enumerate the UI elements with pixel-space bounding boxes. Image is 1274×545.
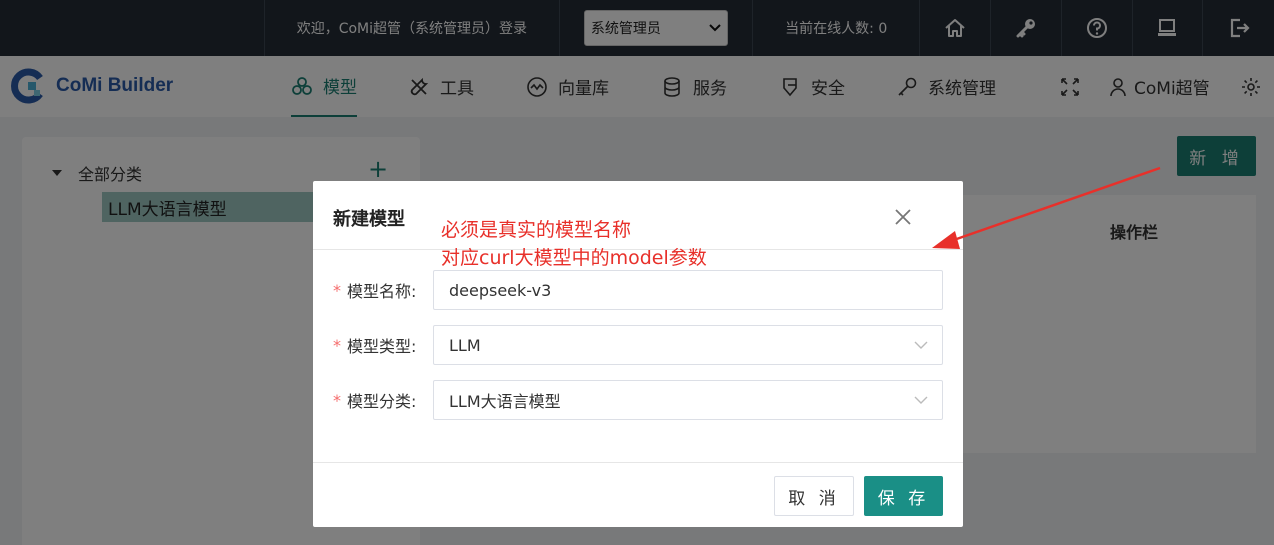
- annotation-arrow: [932, 166, 1161, 249]
